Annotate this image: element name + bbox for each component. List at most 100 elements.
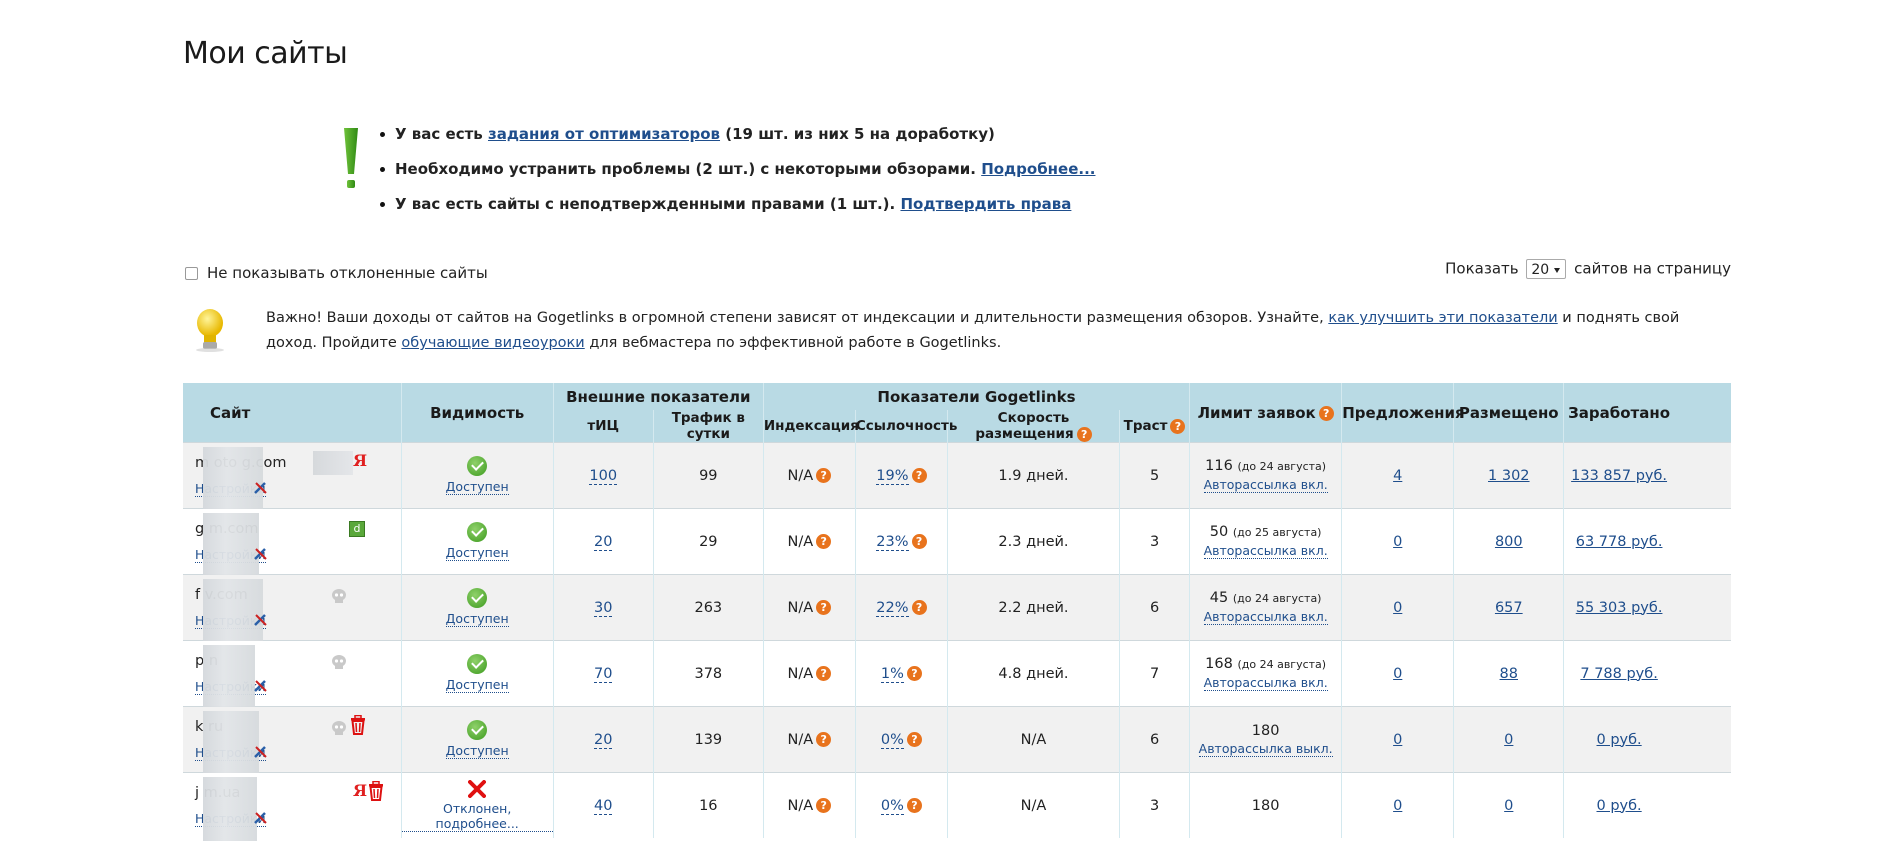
tic-value[interactable]: 30 bbox=[594, 599, 613, 617]
tic-cell: 70 bbox=[553, 640, 654, 707]
help-icon[interactable]: ? bbox=[816, 798, 832, 813]
redaction-block bbox=[203, 579, 263, 643]
placed-link[interactable]: 800 bbox=[1495, 534, 1523, 550]
limit-cell: 50 (до 25 августа) Авторассылка вкл. bbox=[1189, 508, 1343, 575]
offers-link[interactable]: 0 bbox=[1393, 600, 1402, 616]
tic-value[interactable]: 100 bbox=[589, 467, 618, 485]
col-site: Сайт bbox=[183, 383, 402, 443]
earned-cell: 63 778 руб. bbox=[1563, 508, 1674, 575]
hide-rejected-label[interactable]: Не показывать отклоненные сайты bbox=[207, 264, 488, 282]
earned-link[interactable]: 55 303 руб. bbox=[1576, 600, 1663, 616]
visibility-status-link[interactable]: Доступен bbox=[445, 743, 509, 759]
earned-link[interactable]: 0 руб. bbox=[1597, 798, 1642, 814]
video-lessons-link[interactable]: обучающие видеоуроки bbox=[401, 335, 584, 351]
help-icon[interactable]: ? bbox=[816, 468, 832, 483]
help-icon[interactable]: ? bbox=[816, 732, 832, 747]
autosend-link[interactable]: Авторассылка вкл. bbox=[1203, 609, 1328, 625]
trash-icon[interactable] bbox=[367, 781, 385, 801]
offers-link[interactable]: 4 bbox=[1393, 468, 1402, 484]
trust-cell: 3 bbox=[1119, 772, 1191, 838]
tic-value[interactable]: 40 bbox=[594, 797, 613, 815]
placed-link[interactable]: 0 bbox=[1504, 732, 1513, 748]
placed-link[interactable]: 0 bbox=[1504, 798, 1513, 814]
visibility-status-link[interactable]: Отклонен, подробнее... bbox=[401, 801, 553, 832]
help-icon[interactable]: ? bbox=[906, 732, 922, 747]
tools-icon[interactable] bbox=[253, 679, 269, 693]
help-icon[interactable]: ? bbox=[911, 468, 927, 483]
tic-value[interactable]: 70 bbox=[594, 665, 613, 683]
help-icon[interactable]: ? bbox=[816, 666, 832, 681]
placed-cell: 657 bbox=[1453, 574, 1565, 641]
per-page-select[interactable]: 20 bbox=[1526, 259, 1567, 279]
redaction-block bbox=[203, 447, 263, 511]
col-indexing: Индексация bbox=[763, 410, 859, 443]
table-row: p nНастройкиДоступен70378N/A?1%?4.8 дней… bbox=[183, 640, 1731, 709]
move-cell bbox=[1673, 508, 1731, 575]
tools-icon[interactable] bbox=[253, 481, 269, 495]
tools-icon[interactable] bbox=[253, 613, 269, 627]
linkness-cell: 0%? bbox=[855, 772, 948, 838]
autosend-link[interactable]: Авторассылка вкл. bbox=[1203, 543, 1328, 559]
offers-link[interactable]: 0 bbox=[1393, 798, 1402, 814]
tic-cell: 40 bbox=[553, 772, 654, 838]
col-trust: Траст? bbox=[1119, 410, 1191, 443]
skull-icon bbox=[332, 589, 346, 603]
autosend-link[interactable]: Авторассылка вкл. bbox=[1203, 477, 1328, 493]
optimizer-tasks-link[interactable]: задания от оптимизаторов bbox=[488, 125, 720, 143]
placed-link[interactable]: 1 302 bbox=[1488, 468, 1530, 484]
visibility-status-link[interactable]: Доступен bbox=[445, 677, 509, 693]
offers-link[interactable]: 0 bbox=[1393, 732, 1402, 748]
tools-icon[interactable] bbox=[253, 547, 269, 561]
earned-link[interactable]: 63 778 руб. bbox=[1576, 534, 1663, 550]
help-icon[interactable]: ? bbox=[911, 600, 927, 615]
move-cell bbox=[1673, 574, 1731, 641]
linkness-cell: 23%? bbox=[855, 508, 948, 575]
placed-link[interactable]: 657 bbox=[1495, 600, 1523, 616]
visibility-status-link[interactable]: Доступен bbox=[445, 545, 509, 561]
site-cell: g m.comНастройкиd bbox=[183, 508, 402, 577]
help-icon[interactable]: ? bbox=[816, 600, 832, 615]
indexing-cell: N/A? bbox=[763, 442, 856, 509]
confirm-rights-link[interactable]: Подтвердить права bbox=[900, 195, 1071, 213]
table-row: k ruНастройкиДоступен20139N/A?0%?N/A6180… bbox=[183, 706, 1731, 775]
tools-icon[interactable] bbox=[253, 811, 269, 825]
hide-rejected-checkbox[interactable] bbox=[185, 267, 198, 280]
linkness-value[interactable]: 0% bbox=[880, 731, 904, 749]
offers-link[interactable]: 0 bbox=[1393, 666, 1402, 682]
improve-metrics-link[interactable]: как улучшить эти показатели bbox=[1328, 310, 1557, 326]
trash-icon[interactable] bbox=[349, 715, 367, 735]
linkness-value[interactable]: 0% bbox=[880, 797, 904, 815]
move-cell bbox=[1673, 442, 1731, 509]
linkness-value[interactable]: 19% bbox=[876, 467, 909, 485]
help-icon[interactable]: ? bbox=[1170, 418, 1186, 434]
speed-cell: 2.3 дней. bbox=[947, 508, 1121, 575]
offers-link[interactable]: 0 bbox=[1393, 534, 1402, 550]
help-icon[interactable]: ? bbox=[816, 534, 832, 549]
site-cell: j m.uaНастройкиЯ bbox=[183, 772, 402, 841]
autosend-link[interactable]: Авторассылка выкл. bbox=[1198, 740, 1333, 757]
earned-link[interactable]: 7 788 руб. bbox=[1580, 666, 1657, 682]
help-icon[interactable]: ? bbox=[1318, 405, 1334, 421]
placed-link[interactable]: 88 bbox=[1500, 666, 1518, 682]
tic-value[interactable]: 20 bbox=[594, 533, 613, 551]
col-traffic: Трафик в сутки bbox=[653, 410, 764, 443]
linkness-value[interactable]: 22% bbox=[876, 599, 909, 617]
visibility-status-link[interactable]: Доступен bbox=[445, 479, 509, 495]
tic-value[interactable]: 20 bbox=[594, 731, 613, 749]
linkness-value[interactable]: 23% bbox=[876, 533, 909, 551]
visibility-status-link[interactable]: Доступен bbox=[445, 611, 509, 627]
help-icon[interactable]: ? bbox=[906, 666, 922, 681]
offers-cell: 4 bbox=[1341, 442, 1455, 509]
autosend-link[interactable]: Авторассылка вкл. bbox=[1203, 675, 1328, 691]
help-icon[interactable]: ? bbox=[911, 534, 927, 549]
earned-link[interactable]: 133 857 руб. bbox=[1571, 468, 1667, 484]
visibility-cell: Отклонен, подробнее... bbox=[401, 772, 554, 838]
problems-more-link[interactable]: Подробнее... bbox=[981, 160, 1095, 178]
help-icon[interactable]: ? bbox=[1076, 426, 1092, 442]
earned-link[interactable]: 0 руб. bbox=[1597, 732, 1642, 748]
available-icon bbox=[467, 522, 488, 542]
linkness-value[interactable]: 1% bbox=[880, 665, 904, 683]
move-cell bbox=[1673, 706, 1731, 773]
help-icon[interactable]: ? bbox=[906, 798, 922, 813]
tools-icon[interactable] bbox=[253, 745, 269, 759]
